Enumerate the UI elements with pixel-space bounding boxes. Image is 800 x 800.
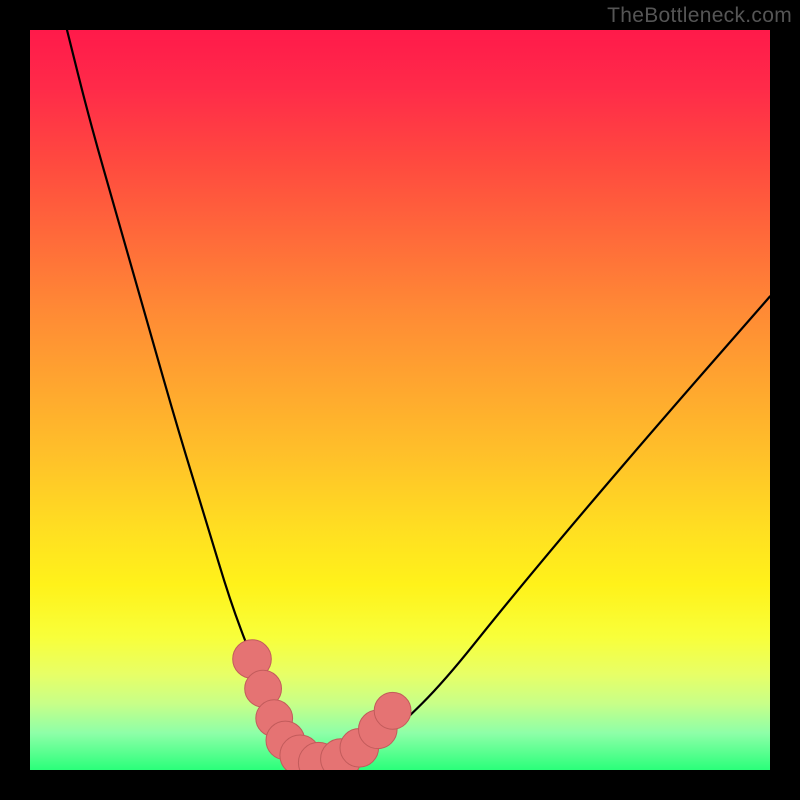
chart-stage: TheBottleneck.com (0, 0, 800, 800)
chart-plot-area (30, 30, 770, 770)
bottleneck-curve (67, 30, 770, 760)
watermark-label: TheBottleneck.com (607, 4, 792, 28)
curve-markers (233, 640, 411, 770)
curve-marker (374, 692, 411, 729)
chart-svg (30, 30, 770, 770)
